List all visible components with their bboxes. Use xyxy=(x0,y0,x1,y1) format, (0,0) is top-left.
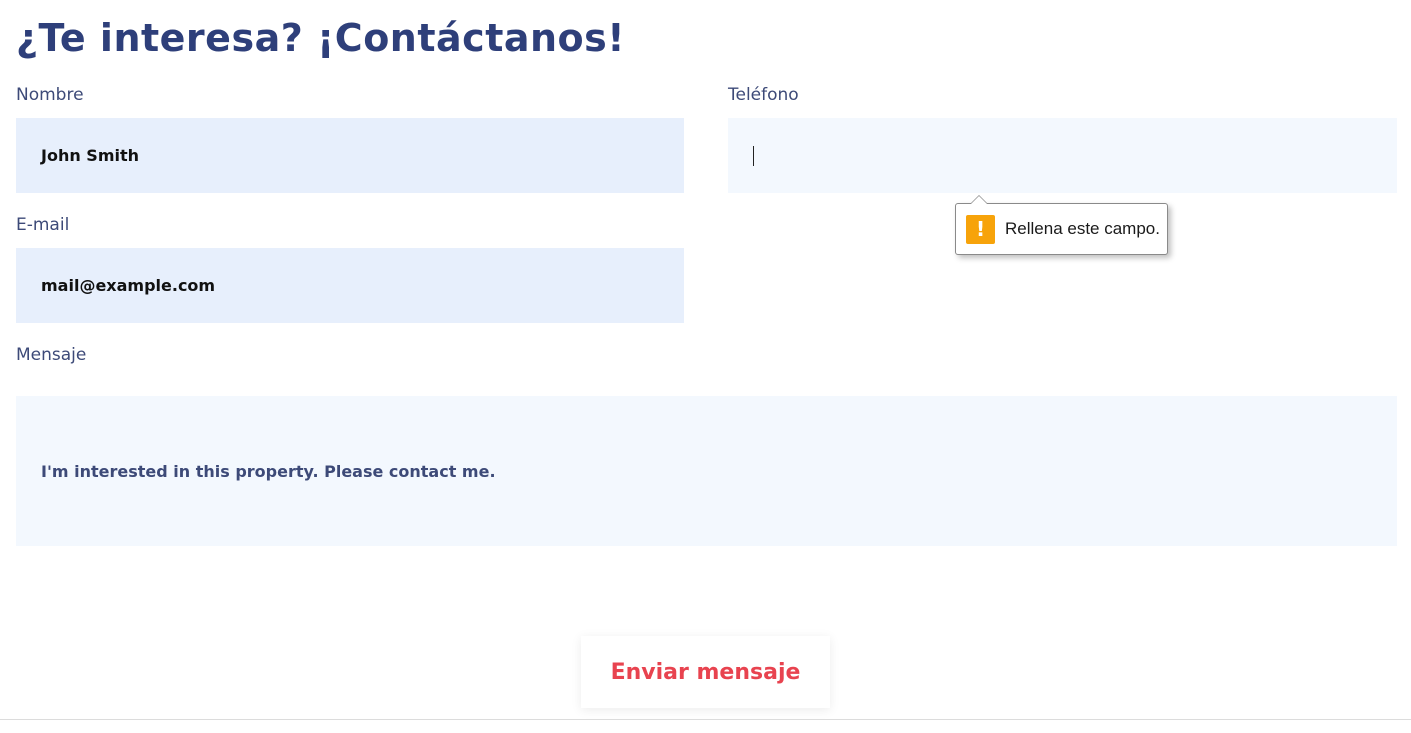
email-label: E-mail xyxy=(16,215,70,235)
warning-icon: ! xyxy=(966,214,995,244)
contact-page: ¿Te interesa? ¡Contáctanos! Nombre John … xyxy=(0,0,1411,733)
text-caret xyxy=(753,145,754,166)
tooltip-message: Rellena este campo. xyxy=(1005,219,1160,238)
name-label: Nombre xyxy=(16,85,84,105)
message-textarea[interactable]: I'm interested in this property. Please … xyxy=(16,396,1397,546)
submit-button[interactable]: Enviar mensaje xyxy=(581,636,830,708)
name-input[interactable]: John Smith xyxy=(16,118,684,193)
tooltip-arrow xyxy=(970,195,988,204)
email-input-value: mail@example.com xyxy=(41,276,216,295)
email-input[interactable]: mail@example.com xyxy=(16,248,684,323)
validation-tooltip: ! Rellena este campo. xyxy=(955,195,1168,255)
message-label: Mensaje xyxy=(16,345,87,365)
phone-input[interactable] xyxy=(728,118,1397,193)
footer-divider xyxy=(0,719,1411,720)
phone-label: Teléfono xyxy=(728,85,799,105)
message-textarea-value: I'm interested in this property. Please … xyxy=(41,461,496,481)
page-title: ¿Te interesa? ¡Contáctanos! xyxy=(16,16,626,60)
name-input-value: John Smith xyxy=(41,146,140,165)
